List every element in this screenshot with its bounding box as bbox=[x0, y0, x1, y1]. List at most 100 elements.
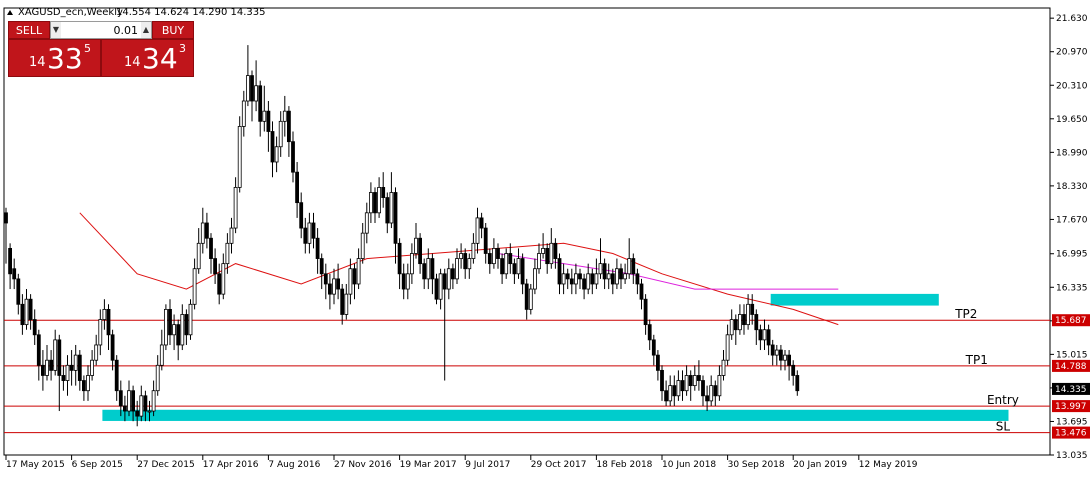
candle-body bbox=[758, 329, 763, 341]
candle-body bbox=[660, 369, 664, 392]
candle-body bbox=[467, 258, 472, 270]
candle-body bbox=[344, 293, 349, 315]
x-axis-tick-label: 12 May 2019 bbox=[859, 460, 918, 470]
candle-body bbox=[368, 192, 373, 214]
candle-body bbox=[688, 375, 693, 387]
candle-body bbox=[176, 324, 181, 346]
candle-body bbox=[791, 364, 796, 376]
candle-body bbox=[656, 354, 660, 371]
candle-body bbox=[787, 354, 791, 366]
candle-body bbox=[438, 273, 443, 300]
candle-body bbox=[127, 390, 131, 412]
y-axis-tick-label: 21.630 bbox=[1056, 14, 1088, 24]
candle-body bbox=[795, 375, 800, 392]
buy-price-fraction: 3 bbox=[179, 42, 186, 55]
candle-body bbox=[766, 329, 771, 346]
candle-body bbox=[590, 273, 595, 285]
candle-body bbox=[110, 334, 115, 361]
candle-body bbox=[360, 232, 365, 259]
candle-body bbox=[45, 359, 49, 376]
candle-body bbox=[286, 110, 291, 143]
buy-price-main: 34 bbox=[142, 42, 178, 75]
candle-body bbox=[73, 354, 78, 371]
candle-body bbox=[742, 314, 746, 326]
level-price-label: 13.997 bbox=[1055, 402, 1087, 412]
candle-body bbox=[102, 308, 107, 320]
candle-body bbox=[733, 319, 738, 331]
x-axis-tick-label: 18 Feb 2018 bbox=[596, 460, 652, 470]
candle-body bbox=[221, 263, 226, 295]
sell-button[interactable]: SELL bbox=[8, 21, 50, 39]
candle-body bbox=[615, 268, 619, 285]
candle-body bbox=[245, 75, 250, 102]
candle-body bbox=[414, 237, 418, 254]
candle-body bbox=[258, 85, 263, 122]
candle-body bbox=[537, 253, 541, 270]
candle-body bbox=[163, 308, 168, 346]
lot-size-input[interactable] bbox=[61, 22, 141, 38]
candle-body bbox=[77, 354, 82, 381]
candle-body bbox=[442, 273, 447, 290]
candle-body bbox=[471, 242, 476, 259]
y-axis-tick-label: 13.695 bbox=[1056, 417, 1088, 427]
candle-body bbox=[57, 339, 62, 376]
candle-body bbox=[684, 375, 689, 392]
sell-price-button[interactable]: 14 33 5 bbox=[8, 39, 101, 77]
y-axis-tick-label: 13.035 bbox=[1056, 451, 1088, 461]
lot-decrease-arrow-icon[interactable]: ▼ bbox=[51, 22, 61, 38]
chart-window: { "chart_data": { "type": "candlestick",… bbox=[0, 0, 1092, 473]
candle-body bbox=[508, 253, 513, 265]
x-axis-tick-label: 27 Nov 2016 bbox=[334, 460, 392, 470]
level-label-entry: Entry bbox=[987, 393, 1019, 407]
candle-body bbox=[487, 253, 492, 265]
candle-body bbox=[168, 308, 172, 336]
candle-body bbox=[721, 359, 726, 376]
candle-body bbox=[639, 283, 644, 300]
x-axis-tick-label: 17 Apr 2016 bbox=[203, 460, 259, 470]
buy-price-button[interactable]: 14 34 3 bbox=[101, 39, 194, 77]
candle-body bbox=[459, 253, 464, 259]
candle-body bbox=[619, 268, 623, 280]
candle-body bbox=[348, 268, 353, 295]
candle-body bbox=[672, 385, 677, 397]
y-axis-tick-label: 19.650 bbox=[1056, 115, 1088, 125]
candle-body bbox=[725, 334, 730, 361]
candle-body bbox=[159, 344, 164, 366]
candle-body bbox=[28, 298, 33, 320]
level-price-label: 14.788 bbox=[1055, 362, 1087, 372]
candle-body bbox=[455, 258, 459, 280]
candle-body bbox=[512, 263, 517, 275]
candle-body bbox=[94, 344, 99, 361]
y-axis-tick-label: 15.015 bbox=[1056, 350, 1088, 360]
candle-body bbox=[4, 212, 8, 224]
candle-body bbox=[135, 410, 140, 417]
candle-body bbox=[606, 273, 611, 280]
candle-body bbox=[705, 395, 709, 402]
candle-body bbox=[373, 192, 377, 214]
candle-body bbox=[533, 268, 537, 290]
candle-body bbox=[8, 247, 13, 275]
candle-body bbox=[262, 110, 267, 122]
candle-body bbox=[61, 375, 66, 381]
candle-body bbox=[545, 247, 550, 265]
x-axis-tick-label: 10 Jun 2018 bbox=[662, 460, 716, 470]
candle-body bbox=[405, 273, 410, 290]
x-axis-tick-label: 9 Jul 2017 bbox=[465, 460, 510, 470]
chart-title-symbol: XAGUSD_ecn,Weekly bbox=[18, 7, 123, 18]
x-axis-tick-label: 20 Jan 2019 bbox=[793, 460, 847, 470]
candle-body bbox=[24, 298, 29, 326]
candle-body bbox=[557, 258, 562, 285]
candle-body bbox=[524, 283, 529, 310]
candle-body bbox=[783, 354, 787, 361]
lot-increase-arrow-icon[interactable]: ▲ bbox=[141, 22, 151, 38]
candle-body bbox=[82, 380, 86, 392]
candle-body bbox=[664, 390, 668, 402]
buy-button[interactable]: BUY bbox=[152, 21, 194, 39]
candle-body bbox=[418, 237, 423, 265]
candle-body bbox=[635, 273, 640, 285]
candle-body bbox=[701, 380, 705, 397]
candle-body bbox=[36, 334, 41, 366]
candle-body bbox=[20, 303, 25, 326]
candle-body bbox=[680, 380, 685, 392]
x-axis-tick-label: 29 Oct 2017 bbox=[531, 460, 587, 470]
